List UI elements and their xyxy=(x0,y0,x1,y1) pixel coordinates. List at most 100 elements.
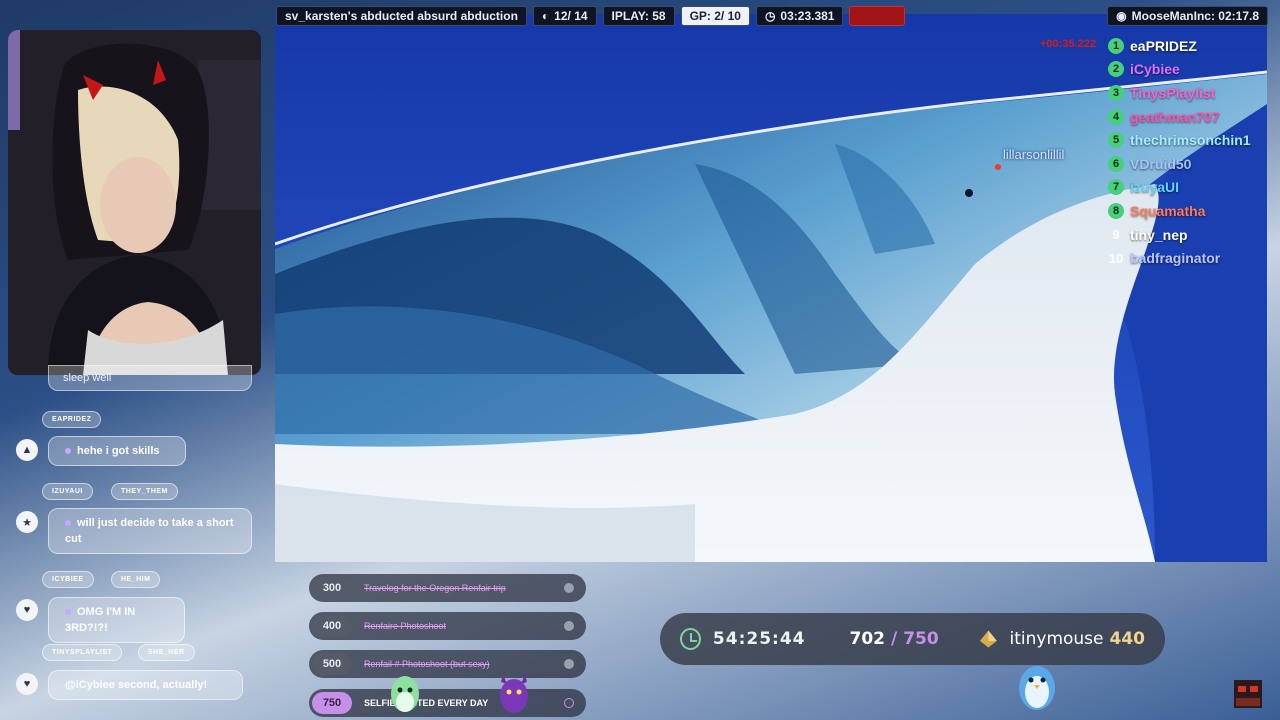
leaderboard-row: 4 geathman707 xyxy=(1108,105,1278,129)
purple-devil-icon xyxy=(500,674,528,713)
chat-message: hehe i got skills xyxy=(48,436,186,466)
goal-item: 500 Renfail # Photoshoot (but sexy) xyxy=(309,650,586,678)
race-timer: ◷ 03:23.381 xyxy=(755,6,844,26)
goal-value: 300 xyxy=(312,577,352,599)
elapsed-time: 54:25:44 xyxy=(712,629,806,649)
leaderboard-player-name: thechrimsonchin1 xyxy=(1130,132,1251,149)
leaderboard-row: 1 eaPRIDEZ xyxy=(1108,34,1278,58)
user-best-time-text: MooseManInc: 02:17.8 xyxy=(1131,9,1259,23)
leader-time-diff: +00:35.222 xyxy=(1040,38,1096,50)
chat-username-chip[interactable]: TINYSPLAYLIST xyxy=(42,644,123,661)
streamer-silhouette xyxy=(8,30,261,375)
chat-dot-icon xyxy=(65,448,71,455)
leaderboard-player-name: iCybiee xyxy=(1130,61,1180,78)
chat-pronoun-chip: HE_HIM xyxy=(111,571,161,588)
leaderboard-player-name: tiny_nep xyxy=(1130,226,1188,243)
leaderboard-row: 2 iCybiee xyxy=(1108,58,1278,82)
checkpoint-counter: ◐ 12/ 14 xyxy=(532,6,597,26)
goal-status-icon xyxy=(564,583,574,593)
chat-dot-icon xyxy=(65,609,71,616)
player-marker xyxy=(965,189,973,197)
leaderboard-row: 8 Squamatha xyxy=(1108,199,1278,223)
goal-status-icon xyxy=(564,698,574,708)
leaderboard-row: 10 badfraginator xyxy=(1108,246,1278,270)
chat-message: OMG I'M IN 3RD?!?! xyxy=(48,597,185,643)
globe-icon: ◉ xyxy=(1116,9,1127,23)
pixel-creature-icon xyxy=(1234,680,1262,708)
diamond-icon xyxy=(979,630,997,648)
leaderboard-player-name: badfraginator xyxy=(1130,250,1221,267)
leaderboard-rank: 10 xyxy=(1108,250,1124,266)
penguin-icon xyxy=(1019,666,1055,710)
chat-message-text: will just decide to take a short cut xyxy=(65,517,234,545)
goal-progress-total: 750 xyxy=(903,629,939,649)
stream-stats-bar: 54:25:44 702 / 750 itinymouse 440 xyxy=(660,613,1165,665)
leaderboard-rank: 9 xyxy=(1112,227,1120,243)
leaderboard-player-name: Squamatha xyxy=(1130,202,1206,219)
heart-icon: ♥ xyxy=(16,673,38,695)
player-nametag: lillarsonlillil xyxy=(1003,147,1065,162)
leaderboard-row: 3 TinysPlaylist xyxy=(1108,81,1278,105)
goal-value: 500 xyxy=(312,653,352,675)
leaderboard-row: 7 izuyaUI xyxy=(1108,176,1278,200)
leaderboard-row: 9 tiny_nep xyxy=(1108,223,1278,247)
leaderboard-player-name: geathman707 xyxy=(1130,108,1220,125)
leaderboard-row: 6 VDruid50 xyxy=(1108,152,1278,176)
leaderboard-player-name: TinysPlaylist xyxy=(1130,84,1216,101)
chat-message-partial: sleep well xyxy=(48,365,252,391)
goal-item: 300 Travelog for the Oregon Renfair trip xyxy=(309,574,586,602)
checkpoint-text: 12/ 14 xyxy=(554,9,588,23)
chat-message-text: @iCybiee second, actually! xyxy=(65,679,208,691)
chat-username-chip[interactable]: EAPRIDEZ xyxy=(42,411,102,428)
star-icon: ★ xyxy=(16,511,38,533)
top-supporter-name: itinymouse xyxy=(1009,629,1104,649)
leaderboard-row: 5 thechrimsonchin1 xyxy=(1108,128,1278,152)
race-hud: sv_karsten's abducted absurd abduction ◐… xyxy=(276,6,906,26)
leaderboard-rank: 3 xyxy=(1108,84,1124,101)
leaderboard-rank: 8 xyxy=(1108,202,1124,219)
flag-icon: ◐ xyxy=(541,9,550,23)
goal-progress-count: 702 xyxy=(849,629,885,649)
goal-text: Renfail # Photoshoot (but sexy) xyxy=(364,659,490,669)
race-timer-text: 03:23.381 xyxy=(780,9,835,23)
goal-text: Travelog for the Oregon Renfair trip xyxy=(364,583,506,593)
leaderboard-player-name: izuyaUI xyxy=(1130,179,1180,196)
clock-icon: ◷ xyxy=(764,9,776,23)
chat-message-text: hehe i got skills xyxy=(77,445,160,457)
goal-status-icon xyxy=(564,659,574,669)
play-counter: IPLAY: 58 xyxy=(602,6,675,26)
goal-progress-separator: / xyxy=(890,629,898,649)
chat-pronoun-chip: SHE_HER xyxy=(138,644,195,661)
leaderboard: 1 eaPRIDEZ 2 iCybiee 3 TinysPlaylist 4 geathman… xyxy=(1108,34,1278,270)
goal-text: Renfaire Photoshoot xyxy=(364,621,447,631)
chat-pronoun-chip: THEY_THEM xyxy=(111,483,178,500)
leaderboard-rank: 6 xyxy=(1108,155,1124,172)
chat-dot-icon xyxy=(65,520,71,527)
top-supporter-score: 440 xyxy=(1109,629,1146,649)
opponent-marker xyxy=(995,164,1001,170)
chat-message: will just decide to take a short cut xyxy=(48,508,252,554)
chat-username-chip[interactable]: IZUYAUI xyxy=(42,483,93,500)
chat-username-chip[interactable]: ICYBIEE xyxy=(42,571,94,588)
chat-message-text: OMG I'M IN 3RD?!?! xyxy=(65,606,136,634)
level-title-text: sv_karsten's abducted absurd abduction xyxy=(285,9,518,23)
goal-status-icon xyxy=(564,621,574,631)
goal-text: SELFIE POSTED EVERY DAY xyxy=(364,698,489,708)
status-badge xyxy=(849,6,906,26)
chat-message: @iCybiee second, actually! xyxy=(48,670,243,700)
leaderboard-rank: 1 xyxy=(1108,37,1124,54)
user-best-time: ◉ MooseManInc: 02:17.8 xyxy=(1107,6,1268,26)
level-title: sv_karsten's abducted absurd abduction xyxy=(276,6,527,26)
heart-icon: ♥ xyxy=(16,599,38,621)
clock-icon xyxy=(680,628,701,650)
goal-item: 400 Renfaire Photoshoot xyxy=(309,612,586,640)
gp-counter: GP: 2/ 10 xyxy=(680,6,750,26)
chat-panel: sleep well EAPRIDEZ ▲ hehe i got skills … xyxy=(0,365,270,720)
green-creature-icon xyxy=(391,676,419,712)
leaderboard-rank: 5 xyxy=(1108,132,1124,149)
leaderboard-rank: 2 xyxy=(1108,61,1124,78)
triangle-icon: ▲ xyxy=(16,439,38,461)
leaderboard-player-name: eaPRIDEZ xyxy=(1130,37,1197,54)
leaderboard-player-name: VDruid50 xyxy=(1130,155,1192,172)
leaderboard-rank: 4 xyxy=(1108,108,1124,125)
